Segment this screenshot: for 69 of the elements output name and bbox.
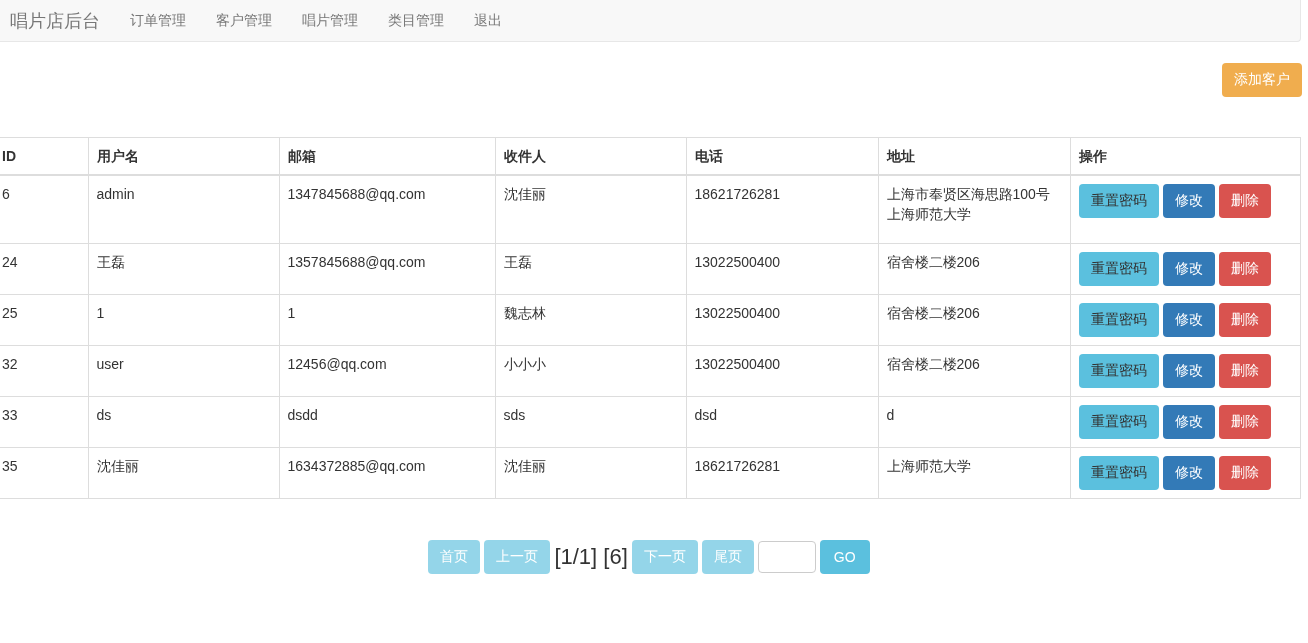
column-header: 邮箱 xyxy=(287,148,316,164)
table-cell: 王磊 xyxy=(503,254,532,270)
table-cell: 13022500400 xyxy=(694,254,781,270)
reset-password-button[interactable]: 重置密码 xyxy=(1078,405,1159,439)
delete-button[interactable]: 删除 xyxy=(1218,184,1271,218)
table-cell: dsd xyxy=(694,407,718,423)
edit-button[interactable]: 修改 xyxy=(1162,405,1215,439)
table-cell: 1347845688@qq.com xyxy=(287,186,426,202)
table-cell: 33 xyxy=(2,407,18,423)
column-header: 地址 xyxy=(886,148,915,164)
column-header: 电话 xyxy=(694,148,723,164)
table-cell: 魏志林 xyxy=(503,305,546,321)
table-cell: ds xyxy=(96,407,112,423)
table-cell: admin xyxy=(96,186,135,202)
table-cell: 6 xyxy=(2,186,10,202)
table-cell: 上海市奉贤区海思路100号上海师范大学 xyxy=(886,186,1050,222)
reset-password-button[interactable]: 重置密码 xyxy=(1078,184,1159,218)
table-cell: 24 xyxy=(2,254,18,270)
delete-button[interactable]: 删除 xyxy=(1218,405,1271,439)
delete-button[interactable]: 删除 xyxy=(1218,303,1271,337)
nav-link[interactable]: 类目管理 xyxy=(373,11,459,30)
table-cell: 沈佳丽 xyxy=(503,186,546,202)
column-header: ID xyxy=(2,148,16,164)
edit-button[interactable]: 修改 xyxy=(1162,456,1215,490)
nav-link[interactable]: 订单管理 xyxy=(115,11,201,30)
table-cell: 25 xyxy=(2,305,18,321)
table-cell: 小小小 xyxy=(503,356,546,372)
delete-button[interactable]: 删除 xyxy=(1218,354,1271,388)
table-cell: 宿舍楼二楼206 xyxy=(886,356,980,372)
table-cell: 沈佳丽 xyxy=(503,458,546,474)
reset-password-button[interactable]: 重置密码 xyxy=(1078,354,1159,388)
reset-password-button[interactable]: 重置密码 xyxy=(1078,252,1159,286)
table-cell: 12456@qq.com xyxy=(287,356,387,372)
table-cell: 1 xyxy=(287,305,296,321)
page-number-field[interactable] xyxy=(757,541,816,573)
edit-button[interactable]: 修改 xyxy=(1162,354,1215,388)
table-cell: 宿舍楼二楼206 xyxy=(886,254,980,270)
reset-password-button[interactable]: 重置密码 xyxy=(1078,456,1159,490)
column-header: 收件人 xyxy=(503,148,546,164)
reset-password-button[interactable]: 重置密码 xyxy=(1078,303,1159,337)
page-info: [1/1] [6] xyxy=(554,544,628,570)
table-cell: dsdd xyxy=(287,407,318,423)
edit-button[interactable]: 修改 xyxy=(1162,252,1215,286)
table-cell: 王磊 xyxy=(96,254,125,270)
table-cell: user xyxy=(96,356,124,372)
table-cell: 18621726281 xyxy=(694,458,781,474)
table-cell: 13022500400 xyxy=(694,305,781,321)
table-cell: 1634372885@qq.com xyxy=(287,458,426,474)
table-cell: d xyxy=(886,407,895,423)
table-cell: 1 xyxy=(96,305,105,321)
edit-button[interactable]: 修改 xyxy=(1162,184,1215,218)
delete-button[interactable]: 删除 xyxy=(1218,252,1271,286)
column-header: 操作 xyxy=(1078,148,1107,164)
table-cell: 18621726281 xyxy=(694,186,781,202)
edit-button[interactable]: 修改 xyxy=(1162,303,1215,337)
column-header: 用户名 xyxy=(96,148,139,164)
table-cell: 上海师范大学 xyxy=(886,458,971,474)
nav-link[interactable]: 退出 xyxy=(459,11,517,30)
table-cell: 35 xyxy=(2,458,18,474)
table-cell: sds xyxy=(503,407,526,423)
nav-link[interactable]: 唱片管理 xyxy=(287,11,373,30)
table-cell: 宿舍楼二楼206 xyxy=(886,305,980,321)
table-cell: 13022500400 xyxy=(694,356,781,372)
nav-link[interactable]: 客户管理 xyxy=(201,11,287,30)
delete-button[interactable]: 删除 xyxy=(1218,456,1271,490)
brand-title[interactable]: 唱片店后台 xyxy=(10,8,100,33)
table-cell: 32 xyxy=(2,356,18,372)
table-cell: 1357845688@qq.com xyxy=(287,254,426,270)
table-cell: 沈佳丽 xyxy=(96,458,139,474)
